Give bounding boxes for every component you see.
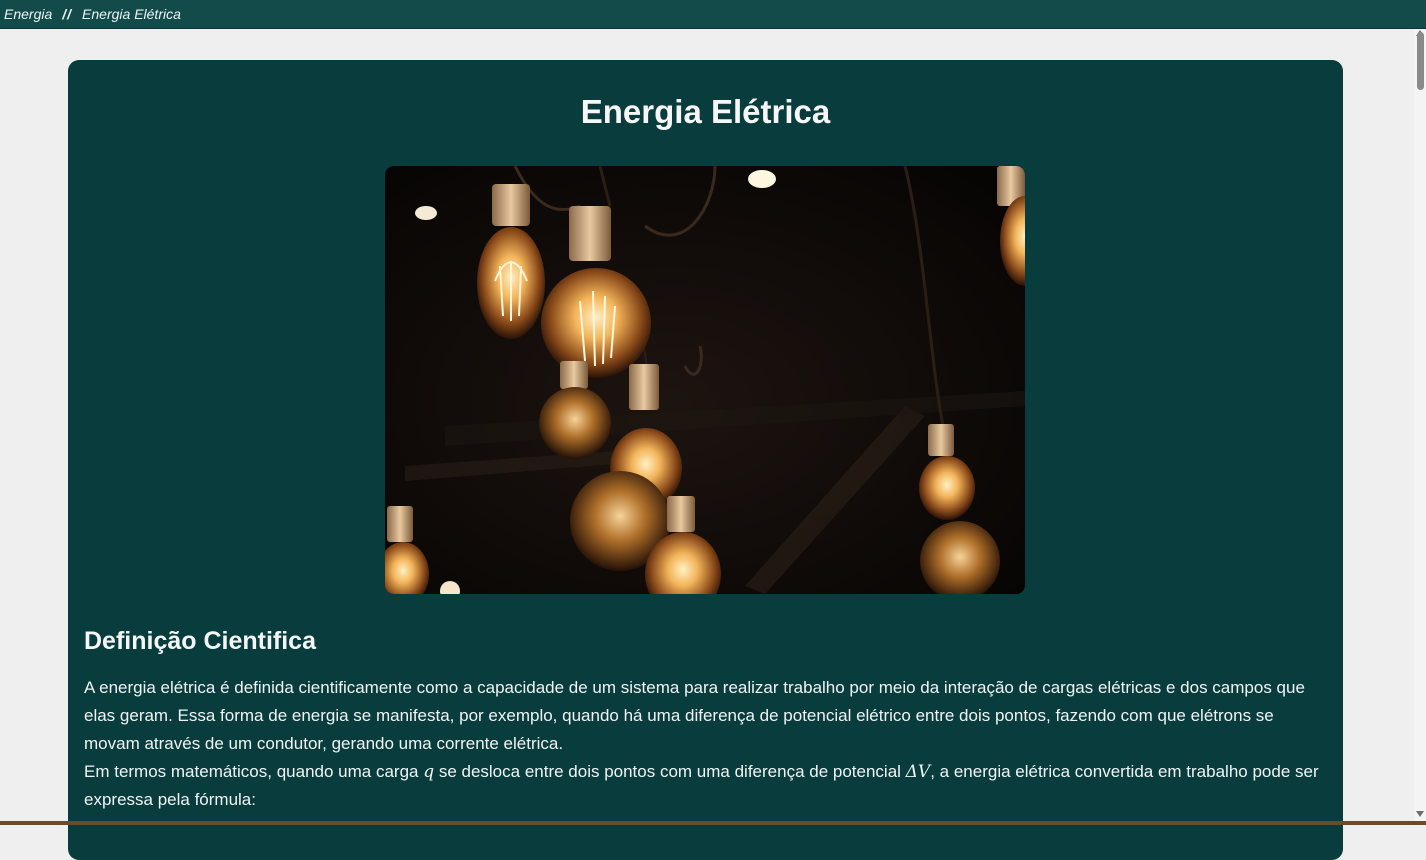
page-title: Energia Elétrica xyxy=(580,93,831,130)
scrollbar-thumb[interactable] xyxy=(1417,32,1424,90)
definition-paragraph: A energia elétrica é definida cientifica… xyxy=(84,678,1305,753)
breadcrumb-link-energia-eletrica[interactable]: Energia Elétrica xyxy=(82,6,181,22)
hero-image-light-bulbs xyxy=(385,166,1025,594)
math-variable-delta-v: ΔV xyxy=(905,762,931,782)
breadcrumb-separator: // xyxy=(62,6,73,22)
formula-intro-text-1: Em termos matemáticos, quando uma carga xyxy=(84,762,424,781)
math-variable-q: q xyxy=(423,762,435,782)
formula-intro-text-2: se desloca entre dois pontos com uma dif… xyxy=(434,762,906,781)
section-title-definicao: Definição Cientifica xyxy=(84,627,316,655)
article-card: Energia Elétrica Definição Cientifica A … xyxy=(68,60,1343,860)
page-content: Energia Elétrica Definição Cientifica A … xyxy=(0,30,1414,860)
breadcrumb: Energia // Energia Elétrica xyxy=(0,0,1426,29)
scroll-down-arrow-icon[interactable] xyxy=(1416,811,1424,817)
vertical-scrollbar[interactable] xyxy=(1414,30,1426,825)
window-bottom-edge xyxy=(0,821,1426,825)
formula-intro-paragraph: Em termos matemáticos, quando uma carga … xyxy=(84,758,1329,814)
breadcrumb-link-energia[interactable]: Energia xyxy=(4,6,52,22)
